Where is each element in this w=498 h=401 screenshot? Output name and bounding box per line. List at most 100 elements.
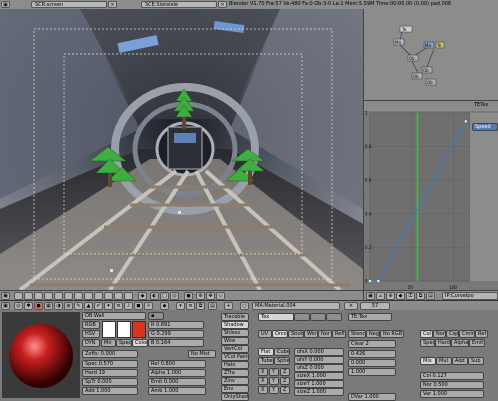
- oops-node[interactable]: Ob: [409, 56, 415, 61]
- axis-y-1[interactable]: Y: [269, 368, 279, 376]
- window-type-icon[interactable]: ▣: [366, 292, 375, 300]
- material-buttons-icon[interactable]: ●: [34, 302, 43, 310]
- toggle-zinv[interactable]: Zinv: [221, 377, 249, 385]
- toggle-shadow[interactable]: Shadow: [221, 321, 249, 329]
- material-paste-icon[interactable]: ▤: [208, 302, 217, 310]
- texture-buttons-icon[interactable]: ▦: [44, 302, 53, 310]
- axis-y-2[interactable]: Y: [269, 377, 279, 385]
- layer-toggle-7[interactable]: [74, 292, 83, 300]
- material-x-icon[interactable]: ×: [344, 302, 358, 310]
- zoffs-field[interactable]: Zoffs: 0.000: [82, 350, 138, 358]
- zoom-icon[interactable]: ⊕: [196, 292, 205, 300]
- ipo-block-selector[interactable]: IP:CurveIpo: [442, 292, 498, 300]
- no-rgb-button[interactable]: No RGB: [380, 330, 404, 338]
- camera-icon[interactable]: ◎: [170, 292, 179, 300]
- toggle-vcol-paint[interactable]: VCol Paint: [221, 353, 249, 361]
- home-icon[interactable]: ⌂: [376, 292, 385, 300]
- layer-toggle-3[interactable]: [34, 292, 43, 300]
- toggle-shless[interactable]: Shless: [221, 329, 249, 337]
- mapto-csp[interactable]: Csp: [446, 330, 459, 338]
- map-flat[interactable]: Flat: [258, 348, 274, 356]
- lamp-buttons-icon[interactable]: ✱: [24, 302, 33, 310]
- size-y-field[interactable]: sizeY 1.000: [294, 380, 344, 388]
- blend-add[interactable]: Add: [452, 357, 468, 365]
- tex-channel-tab[interactable]: Tex: [258, 313, 294, 321]
- paint-buttons-icon[interactable]: ✐: [94, 302, 103, 310]
- layer-toggle-2[interactable]: [24, 292, 33, 300]
- layer-toggle-6[interactable]: [64, 292, 73, 300]
- oops-node[interactable]: Ob: [427, 80, 433, 85]
- spec-color-swatch[interactable]: [117, 321, 131, 338]
- layer-toggle-5[interactable]: [54, 292, 63, 300]
- layer-toggle-11[interactable]: [114, 292, 123, 300]
- axis-z-3[interactable]: Z: [280, 386, 290, 394]
- key-icon[interactable]: ⚿: [406, 292, 415, 300]
- slider-b[interactable]: B 0.164: [148, 339, 204, 347]
- ofs-z-field[interactable]: ofsZ 0.000: [294, 364, 344, 372]
- blend-mul[interactable]: Mul: [436, 357, 452, 365]
- axis-x-1[interactable]: X: [258, 368, 268, 376]
- color-mode-hsv[interactable]: HSV: [82, 330, 100, 338]
- spec-button[interactable]: Spec: [116, 339, 132, 347]
- layer-toggle-9[interactable]: [94, 292, 103, 300]
- pan-icon[interactable]: ✥: [206, 292, 215, 300]
- local-icon[interactable]: ◇: [216, 292, 225, 300]
- material-list-icon[interactable]: ≡: [186, 302, 195, 310]
- slider-r[interactable]: R 0.891: [148, 321, 204, 329]
- view-buttons-icon[interactable]: ◎: [14, 302, 23, 310]
- zoom-icon[interactable]: ⊕: [386, 292, 395, 300]
- screen-selector[interactable]: SCR:screen: [31, 1, 107, 8]
- mapto-cmir[interactable]: Cmir: [459, 330, 475, 338]
- edit-buttons-icon[interactable]: ✎: [74, 302, 83, 310]
- 3d-viewport[interactable]: [0, 9, 363, 290]
- tex-slider-2[interactable]: 0.000: [348, 359, 396, 367]
- map-cube[interactable]: Cube: [274, 348, 290, 356]
- texco-uv[interactable]: UV: [258, 330, 272, 338]
- lock-icon[interactable]: ◆: [396, 292, 405, 300]
- size-z-field[interactable]: sizeZ 1.000: [294, 388, 344, 396]
- amb-field[interactable]: Amb 1.000: [148, 387, 206, 395]
- mapto-col[interactable]: Col: [420, 330, 433, 338]
- mir-button[interactable]: Mir: [101, 339, 116, 347]
- material-copy-icon[interactable]: ⧉: [196, 302, 205, 310]
- radiosity-icon[interactable]: ☼: [144, 302, 153, 310]
- scene-selector[interactable]: SCE:Sletelelé: [141, 1, 217, 8]
- texco-stick[interactable]: Stick: [288, 330, 304, 338]
- ofs-y-field[interactable]: ofsY 0.000: [294, 356, 344, 364]
- oops-node[interactable]: Ob: [423, 68, 429, 73]
- blend-mix[interactable]: Mix: [420, 357, 436, 365]
- layer-toggle-10[interactable]: [104, 292, 113, 300]
- lock-icon[interactable]: ◆: [138, 292, 147, 300]
- color-mode-dyn[interactable]: DYN: [82, 339, 100, 347]
- ipo-channel-speed[interactable]: Speed: [472, 123, 498, 131]
- map-tube[interactable]: Tube: [258, 357, 274, 365]
- material-name-field[interactable]: MA:Material.004: [252, 302, 340, 310]
- frame-count[interactable]: 57: [360, 302, 390, 310]
- ipo-window[interactable]: 1 0.8 0.6 0.4 0.2 0 50 100 TETex Speed: [363, 100, 498, 291]
- tex-channel-tab-3[interactable]: [310, 313, 326, 321]
- axis-x-3[interactable]: X: [258, 386, 268, 394]
- blend-sub[interactable]: Sub: [468, 357, 484, 365]
- toggle-vertcol[interactable]: VertCol: [221, 345, 249, 353]
- toggle-ztra[interactable]: ZTra: [221, 369, 249, 377]
- screen-delete-icon[interactable]: ×: [108, 1, 117, 8]
- copy-icon[interactable]: ⧉: [416, 292, 425, 300]
- clear-field[interactable]: Clear 2: [348, 340, 396, 348]
- texco-win[interactable]: Win: [304, 330, 318, 338]
- script-buttons-icon[interactable]: ≡: [114, 302, 123, 310]
- mapto-hard[interactable]: Hard: [435, 339, 451, 347]
- toggle-traceble[interactable]: Traceble: [221, 313, 249, 321]
- shade-icon[interactable]: ●: [184, 292, 193, 300]
- render-buttons-icon[interactable]: ◼: [134, 302, 143, 310]
- alpha-field[interactable]: Alpha 1.000: [148, 369, 206, 377]
- oops-node[interactable]: Ma: [425, 43, 431, 48]
- axis-z-2[interactable]: Z: [280, 377, 290, 385]
- mapto-emit[interactable]: Emit: [469, 339, 485, 347]
- persp-icon[interactable]: □: [160, 292, 169, 300]
- layer-toggle-8[interactable]: [84, 292, 93, 300]
- mapto-ref[interactable]: Ref: [475, 330, 488, 338]
- var-strength-field[interactable]: Var 1.000: [420, 390, 484, 398]
- tex-slider-1[interactable]: 0.426: [348, 350, 396, 358]
- sound-buttons-icon[interactable]: ♪: [124, 302, 133, 310]
- base-color-swatch[interactable]: [132, 321, 146, 338]
